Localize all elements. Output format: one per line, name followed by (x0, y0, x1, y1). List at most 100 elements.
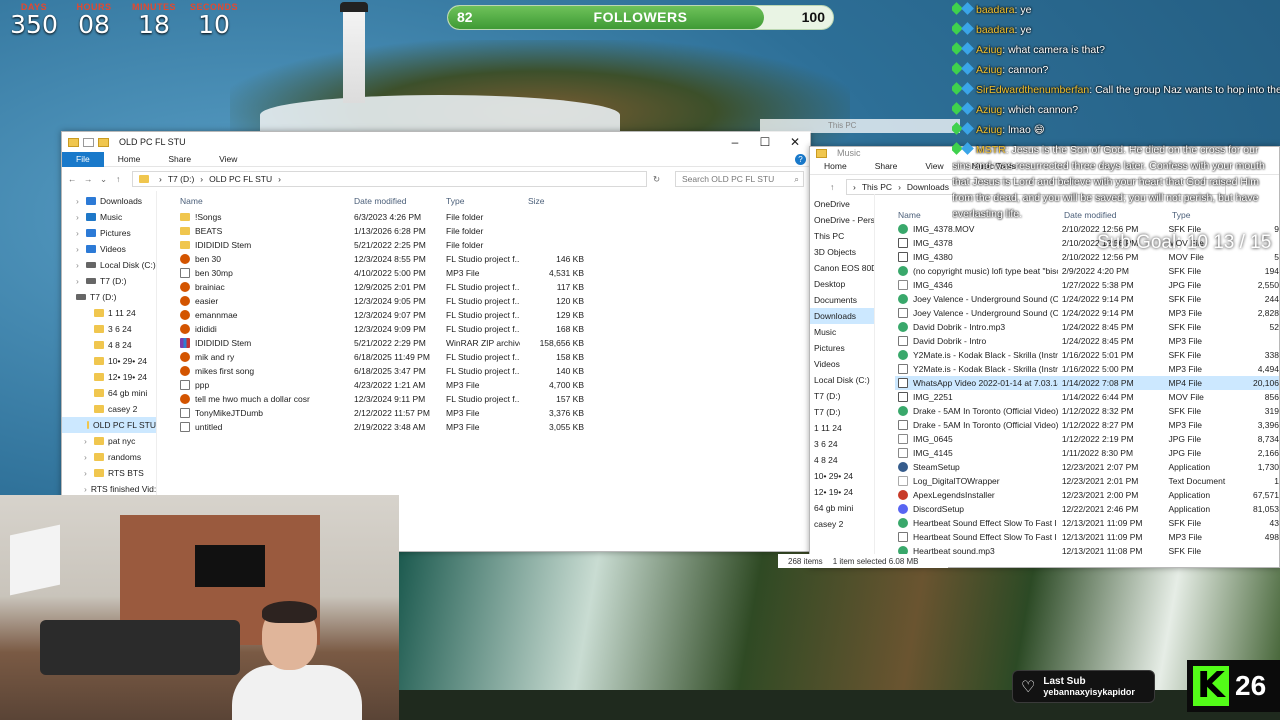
nav-item[interactable]: Documents (810, 292, 874, 308)
nav-item[interactable]: Downloads (810, 308, 874, 324)
file-row[interactable]: mikes first song 6/18/2025 3:47 PM FL Stud… (168, 364, 810, 378)
up-arrow-icon[interactable]: ↑ (830, 182, 840, 192)
chevron-right-icon[interactable]: › (76, 225, 86, 241)
file-row[interactable]: WhatsApp Video 2022-01-14 at 7.03.14 PM1… (895, 376, 1279, 390)
nav-item[interactable]: 10• 29• 24 (810, 468, 874, 484)
chevron-right-icon[interactable]: › (84, 433, 94, 449)
file-row[interactable]: BEATS 1/13/2026 6:28 PM File folder (168, 224, 810, 238)
nav-item[interactable]: › Music (62, 209, 156, 225)
file-row[interactable]: IMG_4145 1/11/2022 8:30 PM JPG File 2,166 (895, 446, 1279, 460)
breadcrumb-folder[interactable]: OLD PC FL STU (209, 174, 272, 184)
nav-item[interactable]: › Pictures (62, 225, 156, 241)
nav-item[interactable]: This PC (810, 228, 874, 244)
chevron-right-icon[interactable]: › (76, 273, 86, 289)
file-row[interactable]: Joey Valence - Underground Sound (Offi..… (895, 306, 1279, 320)
chevron-right-icon[interactable]: › (84, 449, 94, 465)
address-bar[interactable]: › T7 (D:) › OLD PC FL STU › (132, 171, 647, 187)
file-row[interactable]: Heartbeat Sound Effect Slow To Fast I He… (895, 516, 1279, 530)
chevron-right-icon[interactable]: › (76, 193, 86, 209)
file-row[interactable]: ben 30mp 4/10/2022 5:00 PM MP3 File 4,531 K… (168, 266, 810, 280)
tab-home[interactable]: Home (810, 159, 861, 174)
file-row[interactable]: ApexLegendsInstaller 12/23/2021 2:00 PM Ap… (895, 488, 1279, 502)
breadcrumb-folder[interactable]: Downloads (907, 182, 949, 192)
nav-item[interactable]: T7 (D:) (810, 404, 874, 420)
breadcrumb-drive[interactable]: T7 (D:) (168, 174, 194, 184)
nav-item[interactable]: 1 11 24 (62, 305, 156, 321)
chevron-right-icon[interactable]: › (76, 209, 86, 225)
nav-item[interactable]: › Videos (62, 241, 156, 257)
file-row[interactable]: IMG_2251 1/14/2022 6:44 PM MOV File 856 (895, 390, 1279, 404)
nav-item[interactable]: 3 6 24 (810, 436, 874, 452)
nav-item[interactable]: OneDrive (810, 196, 874, 212)
tab-home[interactable]: Home (104, 152, 155, 167)
file-row[interactable]: mik and ry 6/18/2025 11:49 PM FL Studio pr… (168, 350, 810, 364)
file-row[interactable]: IDIDIDID Stem 5/21/2022 2:25 PM File folde… (168, 238, 810, 252)
file-row[interactable]: tell me hwo much a dollar cosr 12/3/2024 … (168, 392, 810, 406)
nav-item[interactable]: › pat nyc (62, 433, 156, 449)
file-row[interactable]: !Songs 6/3/2023 4:26 PM File folder (168, 210, 810, 224)
column-type[interactable]: Type (438, 196, 520, 206)
nav-item[interactable]: › randoms (62, 449, 156, 465)
nav-item[interactable]: 4 8 24 (810, 452, 874, 468)
nav-item[interactable]: 3D Objects (810, 244, 874, 260)
file-row[interactable]: Drake - 5AM In Toronto (Official Video).… (895, 404, 1279, 418)
file-row[interactable]: David Dobrik - Intro 1/24/2022 8:45 PM MP3… (895, 334, 1279, 348)
nav-item[interactable]: OLD PC FL STU (62, 417, 156, 433)
column-name[interactable]: Name (168, 196, 342, 206)
nav-item[interactable]: 12• 19• 24 (62, 369, 156, 385)
nav-item[interactable]: › Local Disk (C:) (62, 257, 156, 273)
nav-item[interactable]: Videos (810, 356, 874, 372)
chevron-right-icon[interactable]: › (76, 241, 86, 257)
file-row[interactable]: emannmae 12/3/2024 9:07 PM FL Studio proje… (168, 308, 810, 322)
file-row[interactable]: Heartbeat sound.mp3 12/13/2021 11:08 PM SF… (895, 544, 1279, 558)
nav-item[interactable]: casey 2 (62, 401, 156, 417)
file-row[interactable]: untitled 2/19/2022 3:48 AM MP3 File 3,055 K… (168, 420, 810, 434)
nav-item[interactable]: Desktop (810, 276, 874, 292)
minimize-button[interactable]: – (720, 135, 750, 149)
file-row[interactable]: ppp 4/23/2022 1:21 AM MP3 File 4,700 KB (168, 378, 810, 392)
file-row[interactable]: IDIDIDID Stem 5/21/2022 2:29 PM WinRAR ZIP… (168, 336, 810, 350)
nav-item[interactable]: 1 11 24 (810, 420, 874, 436)
explorer-window-old-pc[interactable]: OLD PC FL STU – ☐ ✕ File Home Share View… (61, 131, 811, 552)
maximize-button[interactable]: ☐ (750, 135, 780, 149)
nav-item[interactable]: T7 (D:) (62, 289, 156, 305)
column-date[interactable]: Date modified (342, 196, 438, 206)
nav-item[interactable]: Local Disk (C:) (810, 372, 874, 388)
chevron-right-icon[interactable]: › (76, 257, 86, 273)
file-row[interactable]: Joey Valence - Underground Sound (Offi..… (895, 292, 1279, 306)
file-row[interactable]: DiscordSetup 12/22/2021 2:46 PM Applicatio… (895, 502, 1279, 516)
nav-item[interactable]: Pictures (810, 340, 874, 356)
tab-view[interactable]: View (911, 159, 957, 174)
refresh-icon[interactable]: ↻ (653, 174, 663, 185)
nav-item[interactable]: › Downloads (62, 193, 156, 209)
nav-item[interactable]: Music (810, 324, 874, 340)
tab-share[interactable]: Share (861, 159, 912, 174)
nav-item[interactable]: › RTS BTS (62, 465, 156, 481)
file-row[interactable]: TonyMikeJTDumb 2/12/2022 11:57 PM MP3 File… (168, 406, 810, 420)
file-row[interactable]: ben 30 12/3/2024 8:55 PM FL Studio project… (168, 252, 810, 266)
file-row[interactable]: Y2Mate.is - Kodak Black - Skrilla (Instr… (895, 348, 1279, 362)
help-icon[interactable]: ? (795, 153, 806, 165)
file-row[interactable]: Y2Mate.is - Kodak Black - Skrilla (Instr… (895, 362, 1279, 376)
file-row[interactable]: SteamSetup 12/23/2021 2:07 PM Application 1… (895, 460, 1279, 474)
nav-item[interactable]: OneDrive - Person (810, 212, 874, 228)
checkbox-icon[interactable] (83, 137, 94, 147)
file-row[interactable]: idididi 12/3/2024 9:09 PM FL Studio projec… (168, 322, 810, 336)
file-row[interactable]: IMG_4346 1/27/2022 5:38 PM JPG File 2,550 (895, 278, 1279, 292)
tab-share[interactable]: Share (154, 152, 205, 167)
nav-item[interactable]: 64 gb mini (810, 500, 874, 516)
nav-item[interactable]: 12• 19• 24 (810, 484, 874, 500)
chevron-down-icon[interactable]: ⌄ (100, 174, 110, 185)
nav-item[interactable]: › T7 (D:) (62, 273, 156, 289)
nav-item[interactable]: T7 (D:) (810, 388, 874, 404)
nav-item[interactable]: 64 gb mini (62, 385, 156, 401)
tab-file[interactable]: File (62, 151, 104, 167)
chevron-right-icon[interactable]: › (84, 465, 94, 481)
up-arrow-icon[interactable]: ↑ (116, 174, 126, 184)
file-row[interactable]: Drake - 5AM In Toronto (Official Video) 1… (895, 418, 1279, 432)
file-row[interactable]: Log_DigitalTOWrapper 12/23/2021 2:01 PM Te… (895, 474, 1279, 488)
forward-arrow-icon[interactable]: → (84, 174, 94, 184)
file-row[interactable]: IMG_0645 1/12/2022 2:19 PM JPG File 8,734 (895, 432, 1279, 446)
breadcrumb-pc[interactable]: This PC (862, 182, 892, 192)
nav-item[interactable]: casey 2 (810, 516, 874, 532)
